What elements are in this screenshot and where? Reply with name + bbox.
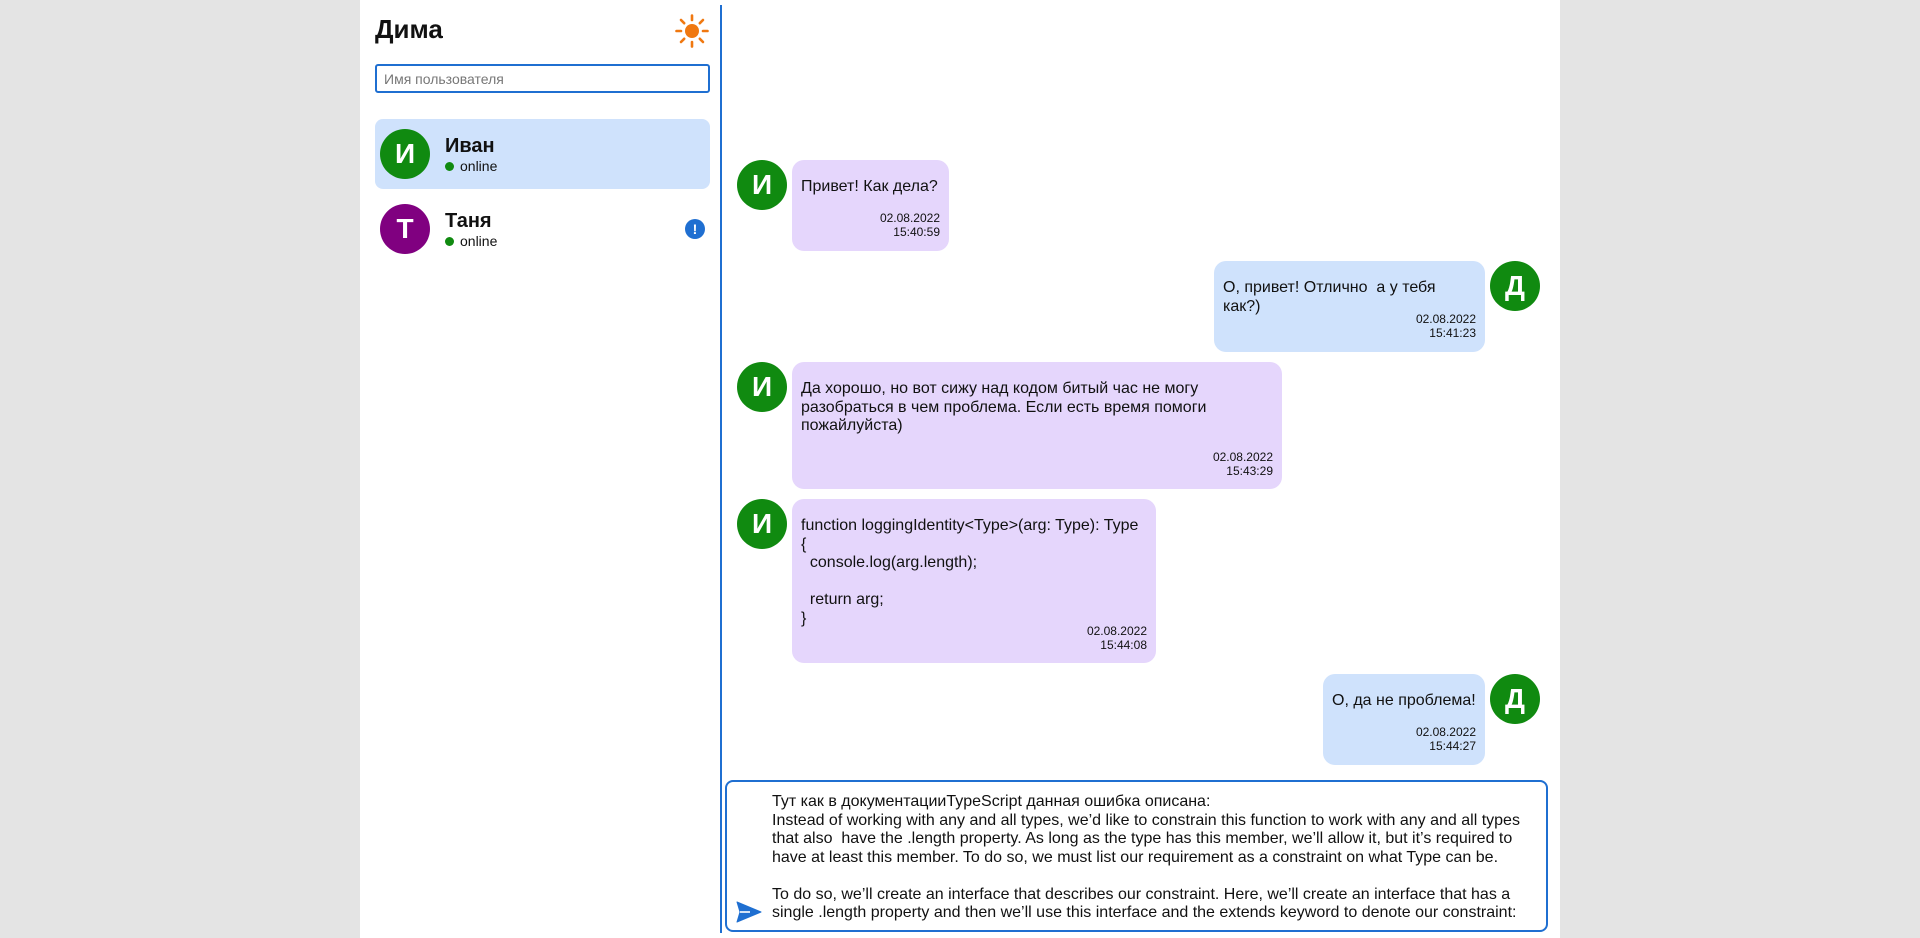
theme-toggle-button[interactable] (674, 13, 710, 49)
contact-status-label: online (460, 233, 498, 249)
message-time: 15:43:29 (1226, 464, 1273, 478)
avatar: И (380, 129, 430, 179)
online-status-dot (445, 236, 454, 246)
message-bubble: О, привет! Отлично а у тебя как?) 02.08.… (1214, 261, 1485, 352)
contact-status: online (445, 233, 497, 249)
avatar: И (737, 160, 787, 210)
contact-status-label: online (460, 158, 498, 174)
message-time: 15:41:23 (1429, 326, 1476, 340)
message-text: О, да не проблема! (1332, 692, 1476, 709)
avatar: Д (1490, 674, 1540, 724)
message-timestamp: 02.08.2022 15:43:29 (1213, 450, 1273, 478)
message-timestamp: 02.08.2022 15:41:23 (1416, 312, 1476, 340)
avatar: И (737, 499, 787, 549)
contact-name: Иван (445, 135, 495, 157)
message-timestamp: 02.08.2022 15:44:08 (1087, 624, 1147, 652)
sun-icon (675, 14, 709, 48)
message-date: 02.08.2022 (1212, 450, 1273, 464)
online-status-dot (445, 161, 454, 171)
user-search-input[interactable] (375, 64, 710, 93)
message-bubble: Привет! Как дела? 02.08.2022 15:40:59 (792, 160, 949, 251)
message-text: function loggingIdentity<Type>(arg: Type… (801, 517, 1139, 627)
message-time: 15:44:27 (1429, 739, 1476, 753)
message-timestamp: 02.08.2022 15:40:59 (880, 211, 940, 239)
message-text: Привет! Как дела? (801, 178, 938, 195)
message-input[interactable]: Тут как в документацииTypeScript данная … (772, 793, 1537, 923)
message-bubble: О, да не проблема! 02.08.2022 15:44:27 (1323, 674, 1485, 765)
message-date: 02.08.2022 (1086, 624, 1147, 638)
avatar: Д (1490, 261, 1540, 311)
message-date: 02.08.2022 (1415, 725, 1476, 739)
contact-item-ivan[interactable]: И Иван online (375, 119, 710, 189)
unread-badge: ! (685, 219, 705, 239)
sidebar: Дима И Иван (360, 0, 720, 938)
message-bubble: Да хорошо, но вот сижу над кодом битый ч… (792, 362, 1282, 489)
contact-item-tanya[interactable]: Т Таня online ! (375, 194, 710, 264)
message-date: 02.08.2022 (879, 211, 940, 225)
message-bubble: function loggingIdentity<Type>(arg: Type… (792, 499, 1156, 663)
message-text: О, привет! Отлично а у тебя как?) (1223, 279, 1440, 315)
contact-name: Таня (445, 210, 492, 232)
message-composer[interactable]: Тут как в документацииTypeScript данная … (725, 780, 1548, 932)
send-icon (736, 901, 762, 923)
message-time: 15:40:59 (893, 225, 940, 239)
messenger-app: Дима И Иван (360, 0, 1560, 938)
message-text: Да хорошо, но вот сижу над кодом битый ч… (801, 380, 1211, 434)
avatar: Т (380, 204, 430, 254)
avatar: И (737, 362, 787, 412)
message-timestamp: 02.08.2022 15:44:27 (1416, 725, 1476, 753)
contact-status: online (445, 158, 497, 174)
send-button[interactable] (736, 901, 762, 923)
current-user-name: Дима (375, 14, 443, 44)
message-date: 02.08.2022 (1415, 312, 1476, 326)
message-time: 15:44:08 (1100, 638, 1147, 652)
